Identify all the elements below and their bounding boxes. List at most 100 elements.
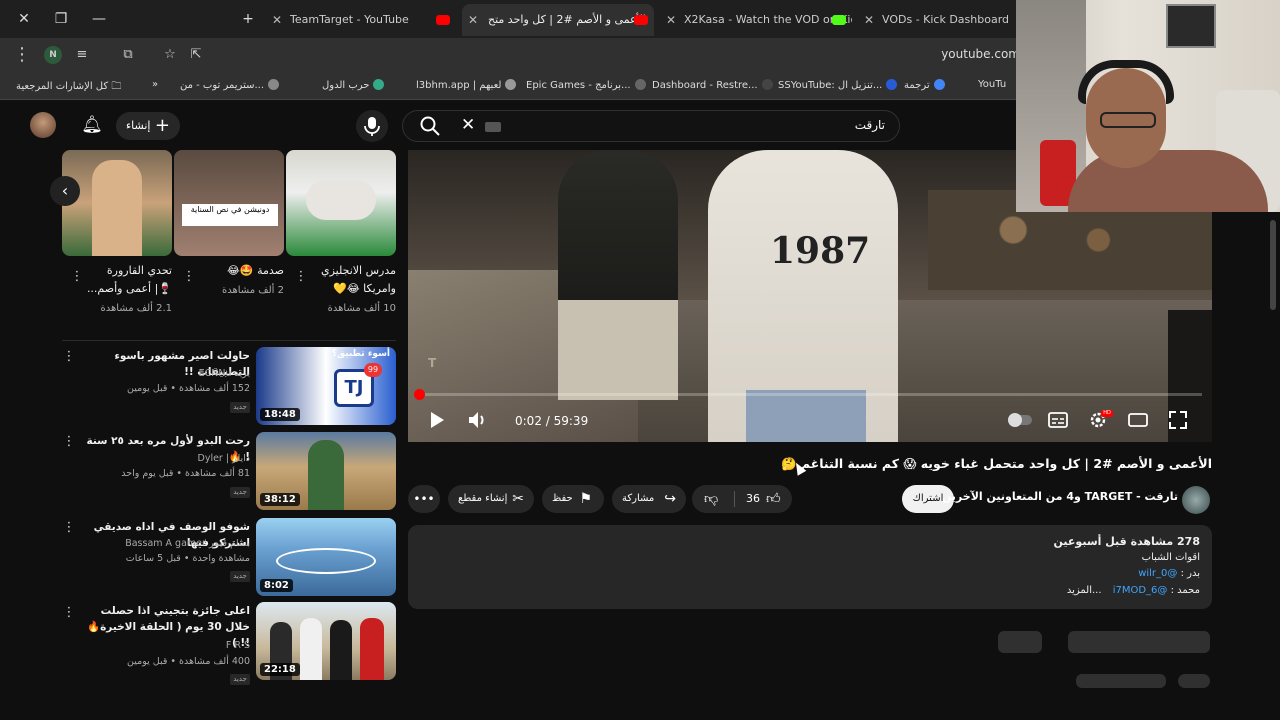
autoplay-toggle[interactable] [1006, 408, 1032, 432]
save-button[interactable]: حفظ ⚑ [542, 485, 604, 513]
youtube-favicon-icon [436, 15, 450, 25]
search-input[interactable]: تارقت [855, 118, 885, 132]
play-button[interactable] [424, 408, 448, 432]
tab-close-icon[interactable]: ✕ [864, 4, 874, 36]
related-channel[interactable]: بسام قيمر Bassam A gamer [84, 536, 250, 551]
share-button[interactable]: مشاركة ↪ [612, 485, 686, 513]
short-menu-icon[interactable]: ⋮ [70, 268, 84, 286]
bookmark-item[interactable]: l3bhm.app | لعبهم [416, 79, 517, 91]
new-tab-button[interactable]: + [237, 8, 259, 30]
tab-current-video[interactable]: ✕ الأعمى و الأصم #2 | كل واحد متح [462, 4, 654, 36]
minimize-window-icon[interactable]: — [88, 8, 110, 30]
short-title[interactable]: مدرس الانجليزي وامريكا 😂💛 [306, 262, 396, 298]
account-avatar[interactable] [30, 112, 56, 138]
tab-close-icon[interactable]: ✕ [272, 4, 282, 36]
short-thumbnail[interactable] [286, 150, 396, 256]
section-divider [62, 340, 396, 341]
short-title[interactable]: تحدي القارورة 🍷| أعمى وأصم... [82, 262, 172, 298]
extensions-icon[interactable]: ⧉ [118, 45, 138, 65]
channel-avatar[interactable] [1182, 486, 1210, 514]
share-page-icon[interactable]: ⇱ [186, 45, 206, 65]
menu-kebab-icon[interactable]: ⋮ [12, 45, 32, 65]
bookmark-label: حرب الدول [322, 80, 370, 91]
create-button[interactable]: إنشاء + [116, 112, 180, 140]
related-channel[interactable]: F R S [84, 638, 250, 653]
theater-mode-button[interactable] [1126, 408, 1150, 432]
volume-icon [469, 412, 484, 428]
media-control-icon[interactable]: ≡ [72, 45, 92, 65]
loading-placeholder [998, 631, 1042, 653]
settings-button[interactable]: HD [1086, 408, 1113, 432]
bookmark-item[interactable]: SSYouTube: تنزيل ال... [778, 79, 898, 91]
progress-bar[interactable] [414, 389, 1202, 400]
related-menu-icon[interactable]: ⋮ [62, 519, 76, 537]
time-display: 0:02 / 59:39 [515, 414, 589, 428]
all-bookmarks-folder[interactable]: كل الإشارات المرجعية 🗀 [16, 79, 121, 96]
bookmark-item[interactable]: ستريمر توب - من... [180, 79, 280, 91]
channel-name[interactable]: تارقت - TARGET و4 من المتعاونين الآخرين [942, 490, 1178, 503]
description-link[interactable]: @wilr_0 [1138, 568, 1177, 579]
description-box[interactable]: 278 مشاهدة قبل أسبوعين اقوات الشباب بدر … [408, 525, 1212, 609]
close-window-icon[interactable]: ✕ [13, 8, 35, 30]
notifications-bell-icon[interactable]: 🔔︎ [80, 113, 104, 137]
like-count: 36 [746, 492, 760, 505]
dislike-button[interactable]: 👎︎ [704, 485, 718, 513]
subtitles-button[interactable] [1046, 408, 1070, 432]
bookmark-item[interactable]: حرب الدول [322, 79, 385, 91]
video-title: الأعمى و الأصم #2 | كل واحد متحمل غباء خ… [780, 456, 1212, 471]
show-more-link[interactable]: ...المزيد [1067, 585, 1102, 596]
related-meta: مشاهدة واحدة • قبل 5 ساعات [125, 553, 250, 564]
short-menu-icon[interactable]: ⋮ [182, 268, 196, 286]
tab-close-icon[interactable]: ✕ [468, 4, 478, 36]
bookmark-item[interactable]: Dashboard - Restre... [652, 79, 773, 91]
related-thumbnail[interactable]: أسوء تطبيق؟ TJ 99 18:48 [256, 347, 396, 425]
related-thumbnail[interactable]: 8:02 [256, 518, 396, 596]
tab-teamtarget[interactable]: ✕ TeamTarget - YouTube [266, 4, 456, 36]
tab-kick-dashboard[interactable]: ✕ VODs - Kick Dashboard [858, 4, 1016, 36]
fullscreen-button[interactable] [1166, 408, 1190, 432]
short-thumbnail[interactable] [62, 150, 172, 256]
related-menu-icon[interactable]: ⋮ [62, 433, 76, 451]
like-button[interactable]: 👍︎ [766, 485, 781, 513]
description-label: بدر : [1177, 568, 1200, 579]
person-center-jeans [746, 390, 866, 442]
short-menu-icon[interactable]: ⋮ [294, 268, 308, 286]
tab-x2kasa[interactable]: ✕ X2Kasa - Watch the VOD on Kic [660, 4, 852, 36]
related-menu-icon[interactable]: ⋮ [62, 604, 76, 622]
voice-search-button[interactable] [356, 110, 388, 142]
profile-avatar[interactable]: N [44, 46, 62, 64]
short-views: 2 ألف مشاهدة [222, 285, 284, 296]
address-bar-url[interactable]: youtube.com [941, 47, 1020, 61]
like-dislike-group: 👎︎ 36 👍︎ [692, 485, 792, 513]
clear-search-icon[interactable]: ✕ [461, 115, 475, 135]
more-actions-button[interactable]: ••• [408, 485, 440, 513]
bookmark-item[interactable]: YouTu [978, 79, 1006, 90]
bookmark-item[interactable]: Epic Games - برنامج... [526, 79, 646, 91]
related-thumbnail[interactable]: 38:12 [256, 432, 396, 510]
bookmark-label: SSYouTube: تنزيل ال... [778, 80, 883, 91]
short-thumbnail[interactable]: دونيشن في نص السناية [174, 150, 284, 256]
description-line: بدر : @wilr_0 [1138, 568, 1200, 579]
bookmark-star-icon[interactable]: ☆ [160, 45, 180, 65]
keyboard-icon[interactable] [485, 122, 501, 132]
tab-close-icon[interactable]: ✕ [666, 4, 676, 36]
related-channel[interactable]: يزيد ECNNu [84, 366, 250, 381]
restore-window-icon[interactable]: ❐ [50, 8, 72, 30]
person-left [558, 150, 678, 400]
shorts-prev-arrow-icon[interactable]: ‹ [50, 176, 80, 206]
related-thumbnail[interactable]: 22:18 [256, 602, 396, 680]
page-scrollbar[interactable] [1270, 220, 1276, 310]
search-icon[interactable] [419, 115, 441, 137]
related-channel[interactable]: دايلر | Dyler [84, 451, 250, 466]
thumb-text: أسوء تطبيق؟ [331, 349, 390, 359]
short-title[interactable]: صدمة 🤩😂 [194, 262, 284, 280]
related-menu-icon[interactable]: ⋮ [62, 348, 76, 366]
bookmarks-overflow-button[interactable]: » [152, 79, 158, 90]
clip-button[interactable]: إنشاء مقطع ✂ [448, 485, 534, 513]
volume-button[interactable] [465, 408, 489, 432]
new-badge: جديد [230, 402, 250, 413]
search-box[interactable]: ✕ تارقت [402, 110, 900, 142]
kick-favicon-icon [832, 15, 846, 25]
bookmark-item[interactable]: ترجمة [904, 79, 945, 91]
description-link[interactable]: @i7MOD_6 [1113, 585, 1168, 596]
